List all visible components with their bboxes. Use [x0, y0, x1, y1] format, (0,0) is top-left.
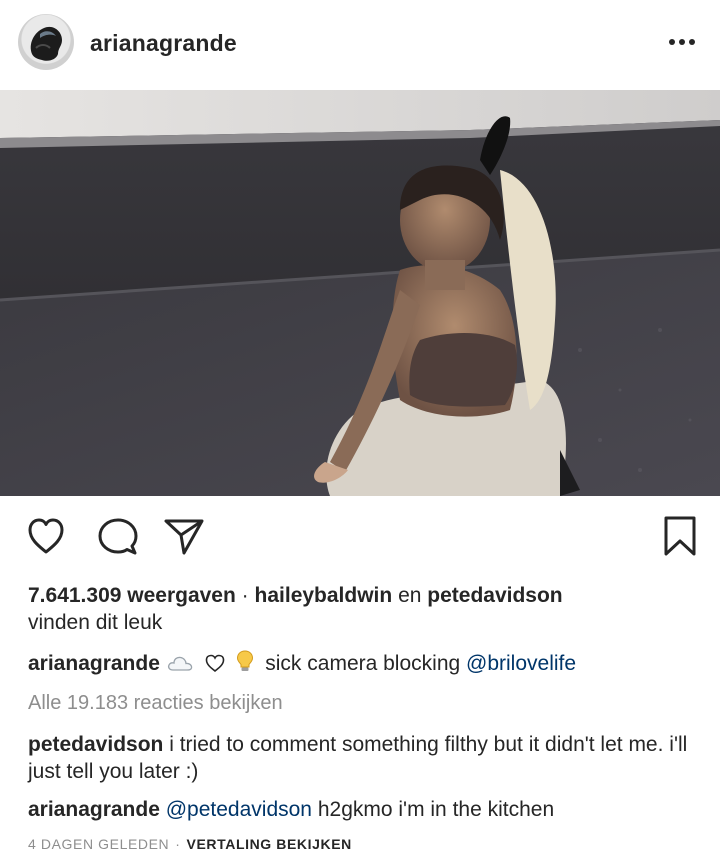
view-all-comments-link[interactable]: Alle 19.183 reacties bekijken — [28, 690, 698, 717]
paper-plane-icon — [164, 519, 204, 555]
avatar[interactable] — [18, 14, 74, 70]
liker-username[interactable]: petedavidson — [427, 584, 562, 607]
liker-username[interactable]: haileybaldwin — [255, 584, 393, 607]
caption-username[interactable]: arianagrande — [28, 652, 160, 675]
post-header: arianagrande — [0, 0, 720, 90]
post-footer: 4 DAGEN GELEDEN · VERTALING BEKIJKEN — [28, 836, 352, 852]
comment-username[interactable]: petedavidson — [28, 733, 163, 756]
more-horizontal-icon — [669, 39, 695, 45]
profile-photo-icon — [30, 26, 62, 61]
likes-suffix: vinden dit leuk — [28, 611, 163, 634]
post-author-username[interactable]: arianagrande — [90, 30, 237, 57]
separator-dot: · — [241, 584, 249, 607]
comment-username[interactable]: arianagrande — [28, 798, 160, 821]
comment-button[interactable] — [94, 512, 142, 560]
comment-text: h2gkmo i'm in the kitchen — [317, 798, 555, 821]
caption-mention[interactable]: @brilovelife — [466, 652, 576, 675]
like-button[interactable] — [22, 512, 70, 560]
cloud-icon — [166, 653, 194, 680]
lightbulb-icon — [235, 649, 255, 680]
more-options-button[interactable] — [666, 30, 698, 54]
bookmark-icon — [664, 516, 696, 556]
save-button[interactable] — [656, 512, 704, 560]
heart-outline-icon — [28, 518, 64, 554]
post-timestamp: 4 DAGEN GELEDEN — [28, 836, 170, 852]
view-count[interactable]: 7.641.309 weergaven — [28, 584, 236, 607]
comment: arianagrande @petedavidson h2gkmo i'm in… — [28, 796, 698, 823]
comment-bubble-icon — [98, 518, 138, 555]
post-video[interactable] — [0, 90, 720, 496]
separator-dot: · — [175, 836, 181, 852]
share-button[interactable] — [160, 512, 208, 560]
post-caption: arianagrande sick camera blocking @brilo… — [28, 649, 698, 680]
comment: petedavidson i tried to comment somethin… — [28, 731, 698, 785]
video-frame-image — [0, 90, 720, 496]
caption-text: sick camera blocking — [265, 652, 461, 675]
action-bar — [0, 512, 720, 568]
comment-mention[interactable]: @petedavidson — [166, 798, 312, 821]
views-and-likes: 7.641.309 weergaven · haileybaldwin en p… — [28, 582, 698, 636]
heart-outline-icon — [204, 653, 226, 680]
see-translation-link[interactable]: VERTALING BEKIJKEN — [187, 836, 352, 852]
and-word: en — [398, 584, 422, 607]
